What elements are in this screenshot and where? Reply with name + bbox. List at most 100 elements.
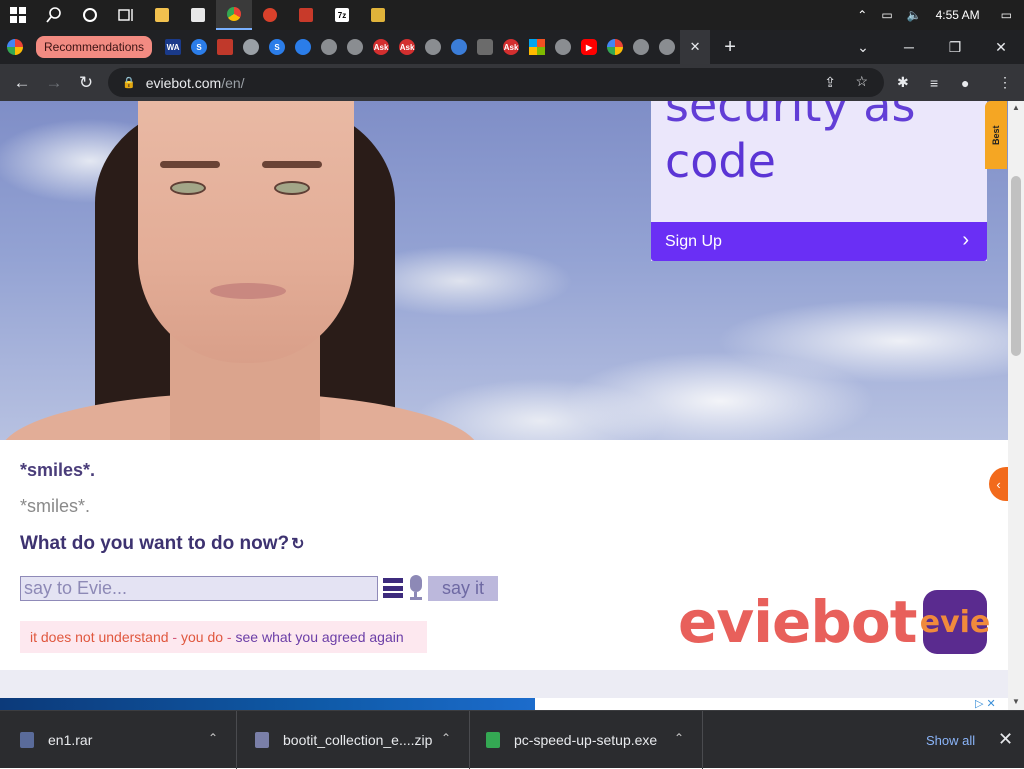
agreed-terms-link[interactable]: see what you agreed again — [236, 629, 404, 645]
bottom-ad-banner[interactable] — [0, 698, 535, 710]
scrollbar-thumb[interactable] — [1011, 176, 1021, 356]
google-icon[interactable] — [2, 30, 28, 64]
forward-arrow-icon[interactable]: → — [38, 64, 70, 101]
ad-side-tab[interactable]: Best — [985, 101, 1007, 169]
menu-kebab-icon[interactable]: ⋮ — [998, 64, 1012, 101]
7zip-icon[interactable]: 7z — [324, 0, 360, 30]
tab-ask[interactable]: Ask — [498, 30, 524, 64]
prompt-question: What do you want to do now? ↻ — [20, 533, 305, 554]
avatar-brow — [160, 161, 220, 168]
download-item[interactable]: pc-speed-up-setup.exe ⌃ — [470, 711, 703, 769]
app-icon[interactable] — [252, 0, 288, 30]
clock[interactable]: 4:55 AM — [936, 8, 980, 22]
tab-globe[interactable] — [316, 30, 342, 64]
notifications-icon[interactable]: ▭ — [1001, 8, 1012, 22]
tab-ask[interactable]: Ask — [394, 30, 420, 64]
refresh-icon[interactable]: ↻ — [291, 536, 304, 553]
microphone-icon[interactable] — [408, 575, 422, 601]
maximize-button[interactable]: ❐ — [932, 30, 978, 64]
tab-app[interactable]: S — [264, 30, 290, 64]
system-tray: ⌃ ▭ 🔈 4:55 AM ▭ — [850, 0, 1024, 30]
url-host: eviebot.com — [145, 74, 222, 91]
ad-headline: security as code — [665, 101, 916, 188]
tab-google[interactable] — [602, 30, 628, 64]
search-icon[interactable] — [36, 0, 72, 30]
share-icon[interactable]: ⇪ — [824, 74, 836, 91]
download-item[interactable]: bootit_collection_e....zip ⌃ — [237, 711, 470, 769]
profile-icon[interactable]: ● — [961, 64, 969, 101]
say-to-evie-input[interactable] — [20, 576, 378, 601]
tab-youtube[interactable]: ▶ — [576, 30, 602, 64]
evie-response: *smiles*. — [20, 460, 96, 480]
download-item[interactable]: en1.rar ⌃ — [0, 711, 237, 769]
windows-taskbar: 7z ⌃ ▭ 🔈 4:55 AM ▭ — [0, 0, 1024, 30]
adchoices-icon[interactable]: ▷ ✕ — [975, 697, 996, 710]
avatar-lips — [210, 283, 286, 299]
say-it-button[interactable]: say it — [428, 576, 498, 601]
chat-area: *smiles*. *smiles*. What do you want to … — [0, 440, 1008, 670]
task-view-icon[interactable] — [108, 0, 144, 30]
tab-globe[interactable] — [342, 30, 368, 64]
avatar-face — [138, 101, 354, 363]
chrome-icon[interactable] — [216, 0, 252, 30]
recommendations-tab-group[interactable]: Recommendations — [36, 36, 153, 58]
active-tab-close-icon[interactable]: ✕ — [680, 30, 711, 64]
rar-file-icon — [20, 732, 34, 748]
chevron-up-icon[interactable]: ⌃ — [208, 731, 218, 745]
scroll-up-icon[interactable]: ▲ — [1011, 103, 1021, 112]
tab-app[interactable] — [212, 30, 238, 64]
menu-icon[interactable] — [383, 576, 403, 600]
evie-app-icon[interactable]: evie — [920, 590, 990, 654]
chevron-up-icon[interactable]: ⌃ — [857, 8, 867, 22]
store-icon[interactable] — [180, 0, 216, 30]
download-bar: en1.rar ⌃ bootit_collection_e....zip ⌃ p… — [0, 710, 1024, 769]
tab-app[interactable] — [472, 30, 498, 64]
tab-globe[interactable] — [420, 30, 446, 64]
tab-wa[interactable]: WA — [160, 30, 186, 64]
chevron-up-icon[interactable]: ⌃ — [674, 731, 684, 745]
address-bar[interactable]: 🔒 eviebot.com/en/ ⇪ ☆ — [108, 68, 884, 97]
network-icon[interactable]: ▭ — [881, 8, 892, 22]
chevron-right-icon: › — [962, 229, 969, 251]
tab-app[interactable] — [290, 30, 316, 64]
show-all-downloads-link[interactable]: Show all — [926, 733, 975, 748]
terms-notice: it does not understand - you do - see wh… — [20, 621, 427, 653]
scroll-down-icon[interactable]: ▼ — [1011, 697, 1021, 706]
avatar-eye — [274, 181, 310, 195]
back-arrow-icon[interactable]: ← — [6, 64, 38, 101]
tab-app[interactable]: S — [186, 30, 212, 64]
tab-globe[interactable] — [654, 30, 680, 64]
url-path: /en/ — [221, 74, 245, 91]
app-icon[interactable] — [360, 0, 396, 30]
page-scrollbar[interactable]: ▲ ▼ — [1008, 101, 1024, 710]
lock-icon[interactable]: 🔒 — [122, 76, 136, 89]
close-window-button[interactable]: ✕ — [978, 30, 1024, 64]
ad-sign-up-button[interactable]: Sign Up › — [651, 222, 987, 261]
bookmark-star-icon[interactable]: ☆ — [855, 73, 868, 90]
tab-globe[interactable] — [628, 30, 654, 64]
tab-app[interactable] — [446, 30, 472, 64]
cortana-icon[interactable] — [72, 0, 108, 30]
extensions-icon[interactable]: ✱ — [897, 64, 909, 101]
file-explorer-icon[interactable] — [144, 0, 180, 30]
tab-microsoft[interactable] — [524, 30, 550, 64]
exe-file-icon — [486, 732, 500, 748]
reload-icon[interactable]: ↻ — [70, 64, 102, 101]
zip-file-icon — [255, 732, 269, 748]
advertisement[interactable]: security as code Sign Up › — [651, 101, 987, 261]
media-control-icon[interactable]: ≡ — [930, 64, 938, 101]
eviebot-logo: eviebot — [678, 588, 917, 656]
tab-globe[interactable] — [550, 30, 576, 64]
tab-search-chevron-icon[interactable]: ⌄ — [840, 30, 886, 64]
volume-muted-icon[interactable]: 🔈 — [907, 8, 922, 22]
minimize-button[interactable]: ─ — [886, 30, 932, 64]
windows-start-icon[interactable] — [0, 0, 36, 30]
close-download-bar-icon[interactable]: ✕ — [998, 729, 1013, 750]
browser-toolbar: ← → ↻ 🔒 eviebot.com/en/ ⇪ ☆ — [0, 64, 1024, 101]
app-icon[interactable] — [288, 0, 324, 30]
new-tab-button[interactable]: + — [710, 30, 750, 64]
user-last-message: *smiles*. — [20, 496, 91, 516]
tab-app[interactable] — [238, 30, 264, 64]
tab-ask[interactable]: Ask — [368, 30, 394, 64]
chevron-up-icon[interactable]: ⌃ — [441, 731, 451, 745]
